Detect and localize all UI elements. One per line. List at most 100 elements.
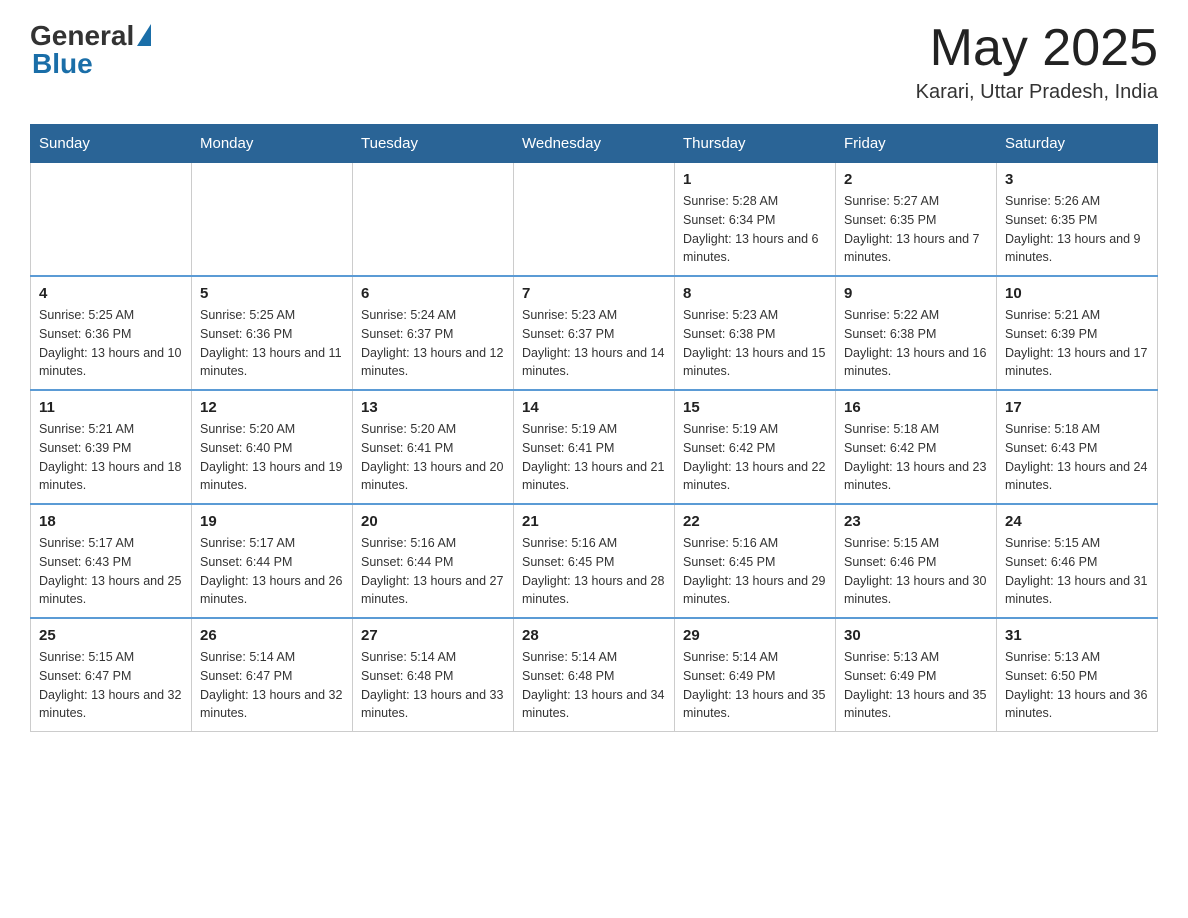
calendar-cell: 13 Sunrise: 5:20 AMSunset: 6:41 PMDayligh… — [353, 390, 514, 504]
logo-triangle-icon — [137, 24, 151, 46]
day-info: Sunrise: 5:14 AMSunset: 6:49 PMDaylight:… — [683, 648, 827, 723]
day-info: Sunrise: 5:23 AMSunset: 6:37 PMDaylight:… — [522, 306, 666, 381]
day-info: Sunrise: 5:28 AMSunset: 6:34 PMDaylight:… — [683, 192, 827, 267]
day-of-week-header: Friday — [836, 125, 997, 163]
day-number: 3 — [1005, 171, 1149, 188]
calendar-cell: 9 Sunrise: 5:22 AMSunset: 6:38 PMDaylight… — [836, 276, 997, 390]
calendar-cell: 1 Sunrise: 5:28 AMSunset: 6:34 PMDaylight… — [675, 163, 836, 277]
page-header: General Blue May 2025 Karari, Uttar Prad… — [30, 20, 1158, 104]
day-info: Sunrise: 5:21 AMSunset: 6:39 PMDaylight:… — [1005, 306, 1149, 381]
day-number: 27 — [361, 627, 505, 644]
day-of-week-header: Wednesday — [514, 125, 675, 163]
day-of-week-header: Sunday — [31, 125, 192, 163]
day-info: Sunrise: 5:23 AMSunset: 6:38 PMDaylight:… — [683, 306, 827, 381]
calendar-cell: 2 Sunrise: 5:27 AMSunset: 6:35 PMDaylight… — [836, 163, 997, 277]
day-info: Sunrise: 5:21 AMSunset: 6:39 PMDaylight:… — [39, 420, 183, 495]
day-info: Sunrise: 5:24 AMSunset: 6:37 PMDaylight:… — [361, 306, 505, 381]
calendar-table: SundayMondayTuesdayWednesdayThursdayFrid… — [30, 124, 1158, 732]
day-number: 30 — [844, 627, 988, 644]
day-info: Sunrise: 5:19 AMSunset: 6:42 PMDaylight:… — [683, 420, 827, 495]
day-info: Sunrise: 5:20 AMSunset: 6:40 PMDaylight:… — [200, 420, 344, 495]
day-number: 22 — [683, 513, 827, 530]
day-number: 5 — [200, 285, 344, 302]
day-info: Sunrise: 5:25 AMSunset: 6:36 PMDaylight:… — [39, 306, 183, 381]
day-number: 1 — [683, 171, 827, 188]
calendar-cell: 21Sunrise: 5:16 AMSunset: 6:45 PMDayligh… — [514, 504, 675, 618]
day-info: Sunrise: 5:16 AMSunset: 6:45 PMDaylight:… — [683, 534, 827, 609]
calendar-cell: 14 Sunrise: 5:19 AMSunset: 6:41 PMDayligh… — [514, 390, 675, 504]
day-number: 29 — [683, 627, 827, 644]
calendar-cell: 19Sunrise: 5:17 AMSunset: 6:44 PMDayligh… — [192, 504, 353, 618]
calendar-cell: 18Sunrise: 5:17 AMSunset: 6:43 PMDayligh… — [31, 504, 192, 618]
day-number: 28 — [522, 627, 666, 644]
calendar-cell: 12 Sunrise: 5:20 AMSunset: 6:40 PMDayligh… — [192, 390, 353, 504]
day-number: 17 — [1005, 399, 1149, 416]
calendar-cell — [514, 163, 675, 277]
calendar-cell: 7 Sunrise: 5:23 AMSunset: 6:37 PMDaylight… — [514, 276, 675, 390]
day-number: 11 — [39, 399, 183, 416]
day-of-week-header: Saturday — [997, 125, 1158, 163]
calendar-cell — [31, 163, 192, 277]
day-number: 14 — [522, 399, 666, 416]
calendar-cell: 31 Sunrise: 5:13 AMSunset: 6:50 PMDayligh… — [997, 618, 1158, 732]
calendar-cell: 8 Sunrise: 5:23 AMSunset: 6:38 PMDaylight… — [675, 276, 836, 390]
day-info: Sunrise: 5:18 AMSunset: 6:43 PMDaylight:… — [1005, 420, 1149, 495]
location-subtitle: Karari, Uttar Pradesh, India — [916, 81, 1158, 104]
day-number: 4 — [39, 285, 183, 302]
day-number: 26 — [200, 627, 344, 644]
day-number: 10 — [1005, 285, 1149, 302]
calendar-cell: 11 Sunrise: 5:21 AMSunset: 6:39 PMDayligh… — [31, 390, 192, 504]
day-info: Sunrise: 5:16 AMSunset: 6:44 PMDaylight:… — [361, 534, 505, 609]
day-number: 9 — [844, 285, 988, 302]
day-info: Sunrise: 5:27 AMSunset: 6:35 PMDaylight:… — [844, 192, 988, 267]
day-number: 8 — [683, 285, 827, 302]
day-number: 19 — [200, 513, 344, 530]
day-number: 7 — [522, 285, 666, 302]
day-info: Sunrise: 5:20 AMSunset: 6:41 PMDaylight:… — [361, 420, 505, 495]
day-info: Sunrise: 5:15 AMSunset: 6:47 PMDaylight:… — [39, 648, 183, 723]
day-number: 13 — [361, 399, 505, 416]
calendar-cell: 23 Sunrise: 5:15 AMSunset: 6:46 PMDayligh… — [836, 504, 997, 618]
day-of-week-header: Monday — [192, 125, 353, 163]
calendar-cell: 6 Sunrise: 5:24 AMSunset: 6:37 PMDaylight… — [353, 276, 514, 390]
day-number: 2 — [844, 171, 988, 188]
day-number: 6 — [361, 285, 505, 302]
day-of-week-header: Thursday — [675, 125, 836, 163]
calendar-cell: 20 Sunrise: 5:16 AMSunset: 6:44 PMDayligh… — [353, 504, 514, 618]
calendar-cell: 30 Sunrise: 5:13 AMSunset: 6:49 PMDayligh… — [836, 618, 997, 732]
day-info: Sunrise: 5:22 AMSunset: 6:38 PMDaylight:… — [844, 306, 988, 381]
day-number: 21 — [522, 513, 666, 530]
calendar-cell: 3Sunrise: 5:26 AMSunset: 6:35 PMDaylight… — [997, 163, 1158, 277]
calendar-cell: 22 Sunrise: 5:16 AMSunset: 6:45 PMDayligh… — [675, 504, 836, 618]
calendar-cell — [192, 163, 353, 277]
day-info: Sunrise: 5:15 AMSunset: 6:46 PMDaylight:… — [844, 534, 988, 609]
day-info: Sunrise: 5:13 AMSunset: 6:50 PMDaylight:… — [1005, 648, 1149, 723]
day-info: Sunrise: 5:14 AMSunset: 6:48 PMDaylight:… — [361, 648, 505, 723]
title-block: May 2025 Karari, Uttar Pradesh, India — [916, 20, 1158, 104]
day-info: Sunrise: 5:14 AMSunset: 6:47 PMDaylight:… — [200, 648, 344, 723]
day-number: 12 — [200, 399, 344, 416]
calendar-cell: 17 Sunrise: 5:18 AMSunset: 6:43 PMDayligh… — [997, 390, 1158, 504]
calendar-cell: 15 Sunrise: 5:19 AMSunset: 6:42 PMDayligh… — [675, 390, 836, 504]
day-info: Sunrise: 5:13 AMSunset: 6:49 PMDaylight:… — [844, 648, 988, 723]
day-number: 15 — [683, 399, 827, 416]
day-number: 25 — [39, 627, 183, 644]
month-year-title: May 2025 — [916, 20, 1158, 77]
calendar-cell: 5Sunrise: 5:25 AMSunset: 6:36 PMDaylight… — [192, 276, 353, 390]
day-info: Sunrise: 5:14 AMSunset: 6:48 PMDaylight:… — [522, 648, 666, 723]
calendar-cell: 10 Sunrise: 5:21 AMSunset: 6:39 PMDayligh… — [997, 276, 1158, 390]
calendar-cell: 16Sunrise: 5:18 AMSunset: 6:42 PMDayligh… — [836, 390, 997, 504]
day-info: Sunrise: 5:17 AMSunset: 6:43 PMDaylight:… — [39, 534, 183, 609]
calendar-cell: 27 Sunrise: 5:14 AMSunset: 6:48 PMDayligh… — [353, 618, 514, 732]
calendar-cell: 29 Sunrise: 5:14 AMSunset: 6:49 PMDayligh… — [675, 618, 836, 732]
calendar-cell — [353, 163, 514, 277]
day-number: 23 — [844, 513, 988, 530]
day-number: 24 — [1005, 513, 1149, 530]
day-of-week-header: Tuesday — [353, 125, 514, 163]
day-number: 31 — [1005, 627, 1149, 644]
logo: General Blue — [30, 20, 151, 80]
day-info: Sunrise: 5:18 AMSunset: 6:42 PMDaylight:… — [844, 420, 988, 495]
day-info: Sunrise: 5:19 AMSunset: 6:41 PMDaylight:… — [522, 420, 666, 495]
calendar-cell: 28 Sunrise: 5:14 AMSunset: 6:48 PMDayligh… — [514, 618, 675, 732]
day-number: 20 — [361, 513, 505, 530]
